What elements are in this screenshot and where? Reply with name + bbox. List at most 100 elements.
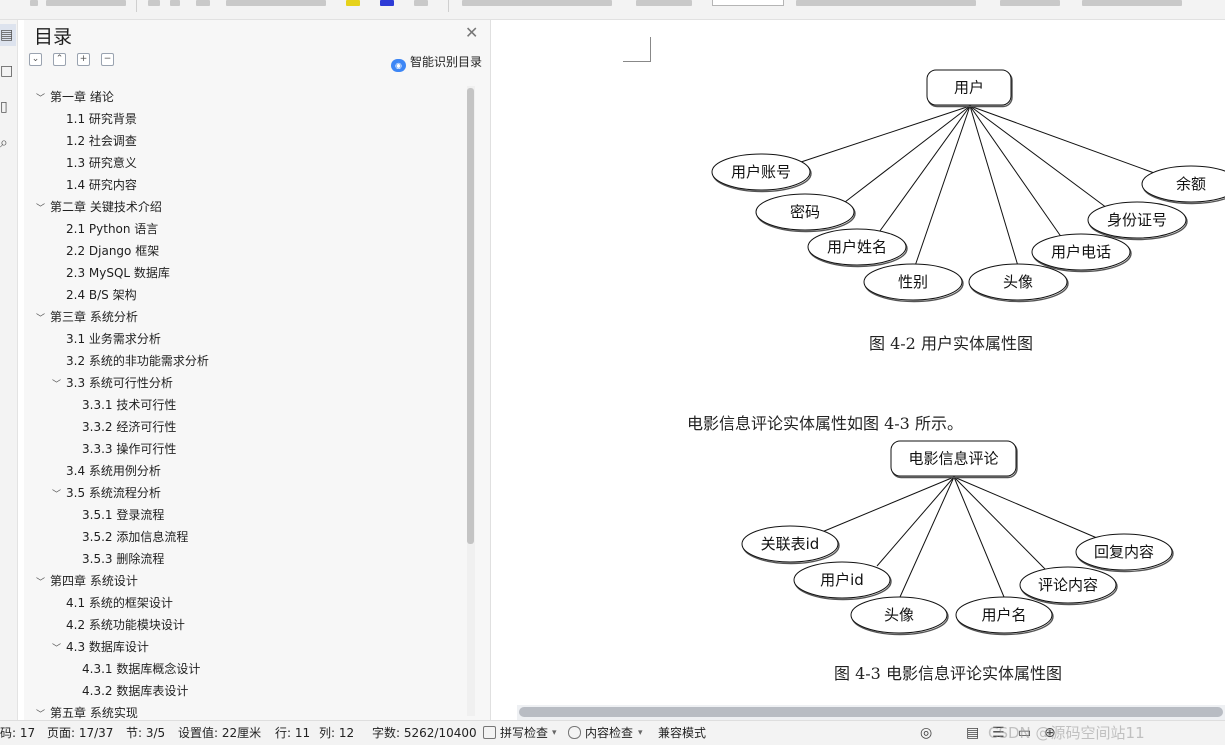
toc-item[interactable]: 2.1 Python 语言 [66, 218, 158, 240]
remove-heading-icon[interactable]: − [101, 53, 114, 66]
toc-item[interactable]: 4.3.1 数据库概念设计 [82, 658, 200, 680]
toc-item[interactable]: 3.5.1 登录流程 [82, 504, 164, 526]
toc-item[interactable]: ﹀ 第三章 系统分析 [36, 306, 138, 328]
toc-item[interactable]: 4.2 系统功能模块设计 [66, 614, 185, 636]
toc-item[interactable]: 3.2 系统的非功能需求分析 [66, 350, 209, 372]
toc-item[interactable]: 3.3.2 经济可行性 [82, 416, 176, 438]
chevron-down-icon[interactable]: ▾ [552, 721, 557, 745]
toc-item[interactable]: 2.4 B/S 架构 [66, 284, 137, 306]
toc-item[interactable]: ﹀ 第四章 系统设计 [36, 570, 138, 592]
status-page[interactable]: 页面: 17/37 [47, 721, 113, 745]
eye-icon[interactable]: ◎ [920, 721, 932, 745]
toc-item-label: 4.3 数据库设计 [66, 640, 149, 654]
font-color-button[interactable] [380, 0, 394, 6]
toc-item-label: 3.2 系统的非功能需求分析 [66, 354, 209, 368]
horizontal-scrollbar-thumb[interactable] [519, 707, 1223, 717]
toc-item-label: 3.3.3 操作可行性 [82, 442, 177, 456]
toc-item[interactable]: 4.1 系统的框架设计 [66, 592, 173, 614]
toc-item[interactable]: 1.2 社会调查 [66, 130, 137, 152]
chevron-down-icon[interactable]: ▾ [638, 721, 643, 745]
highlight-color-button[interactable] [346, 0, 360, 6]
chevron-down-icon[interactable]: ﹀ [52, 638, 66, 660]
search-icon[interactable]: ⌕ [0, 132, 16, 154]
toolbar-button[interactable] [414, 0, 428, 6]
connector-line [800, 105, 971, 163]
chevron-down-icon[interactable]: ﹀ [36, 198, 50, 220]
content-check-button[interactable]: 内容检查 [585, 721, 633, 745]
toc-item[interactable]: ﹀ 第一章 绪论 [36, 86, 114, 108]
status-setting: 设置值: 22厘米 [178, 726, 262, 740]
chevron-down-icon[interactable]: ﹀ [36, 572, 50, 594]
toc-item-label: 4.3.2 数据库表设计 [82, 684, 189, 698]
toc-item[interactable]: 3.4 系统用例分析 [66, 460, 161, 482]
pages-panel-icon[interactable]: □ [0, 60, 16, 82]
toc-item[interactable]: 3.3.3 操作可行性 [82, 438, 176, 460]
attribute-label: 关联表id [761, 535, 820, 553]
panel-splitter[interactable] [490, 20, 517, 720]
toc-item-label: 1.2 社会调查 [66, 134, 137, 148]
expand-all-icon[interactable]: ⌃ [53, 53, 66, 66]
connector-line [876, 476, 955, 567]
page-view-icon[interactable]: ▤ [966, 721, 979, 745]
toolbar-separator [448, 0, 449, 12]
toolbar-button[interactable] [1082, 0, 1182, 6]
style-gallery[interactable] [796, 0, 976, 6]
toc-item[interactable]: 3.3.1 技术可行性 [82, 394, 176, 416]
toolbar-button[interactable] [148, 0, 160, 6]
attribute-label: 性别 [898, 273, 928, 291]
toc-item[interactable]: 3.5.3 删除流程 [82, 548, 164, 570]
toc-panel-icon[interactable]: ▤ [0, 24, 16, 46]
toc-item[interactable]: 1.3 研究意义 [66, 152, 137, 174]
toolbar-button[interactable] [46, 0, 126, 6]
connector-line [899, 476, 955, 598]
status-section: 节: 3/5 [126, 726, 166, 740]
toc-item-label: 4.2 系统功能模块设计 [66, 618, 185, 632]
attribute-label: 余额 [1176, 175, 1206, 193]
chevron-down-icon[interactable]: ﹀ [36, 308, 50, 330]
collapse-all-icon[interactable]: ⌄ [29, 53, 42, 66]
toolbar-button[interactable] [226, 0, 326, 6]
toc-item[interactable]: 1.4 研究内容 [66, 174, 137, 196]
chevron-down-icon[interactable]: ﹀ [52, 484, 66, 506]
bookmark-panel-icon[interactable]: ▯ [0, 96, 16, 118]
toolbar-button[interactable] [30, 0, 38, 6]
toc-item[interactable]: 1.1 研究背景 [66, 108, 137, 130]
close-icon[interactable]: ✕ [465, 23, 478, 42]
toolbar-button[interactable] [170, 0, 180, 6]
toolbar-button[interactable] [1000, 0, 1060, 6]
toc-item[interactable]: 2.2 Django 框架 [66, 240, 159, 262]
chevron-down-icon[interactable]: ﹀ [36, 704, 50, 720]
ai-icon: ◉ [391, 59, 406, 72]
add-heading-icon[interactable]: + [77, 53, 90, 66]
toc-item[interactable]: ﹀ 3.5 系统流程分析 [52, 482, 161, 504]
body-paragraph: 电影信息评论实体属性如图 4-3 所示。 [687, 414, 963, 433]
connector-line [914, 105, 971, 267]
toc-item[interactable]: ﹀ 4.3 数据库设计 [52, 636, 149, 658]
toc-item[interactable]: ﹀ 第五章 系统实现 [36, 702, 138, 720]
toc-item-label: 4.3.1 数据库概念设计 [82, 662, 201, 676]
attribute-label: 用户账号 [731, 163, 791, 181]
toolbar-button[interactable] [636, 0, 692, 6]
toc-item-label: 第一章 绪论 [50, 90, 114, 104]
style-box-normal[interactable] [712, 0, 784, 6]
status-words[interactable]: 字数: 5262/10400 [372, 721, 477, 745]
toolbar-button[interactable] [462, 0, 612, 6]
toc-item[interactable]: ﹀ 3.3 系统可行性分析 [52, 372, 173, 394]
toc-scrollbar-thumb[interactable] [467, 88, 474, 544]
status-bar: 码: 17 页面: 17/37 节: 3/5 设置值: 22厘米 行: 11 列… [0, 720, 1225, 745]
toc-item[interactable]: ﹀ 第二章 关键技术介绍 [36, 196, 162, 218]
chevron-down-icon[interactable]: ﹀ [36, 88, 50, 110]
toolbar-button[interactable] [196, 0, 210, 6]
toc-item-label: 2.3 MySQL 数据库 [66, 266, 170, 280]
toc-item[interactable]: 3.1 业务需求分析 [66, 328, 161, 350]
chevron-down-icon[interactable]: ﹀ [52, 374, 66, 396]
attribute-label: 回复内容 [1094, 543, 1154, 561]
toc-item[interactable]: 3.5.2 添加信息流程 [82, 526, 188, 548]
toc-item[interactable]: 2.3 MySQL 数据库 [66, 262, 170, 284]
smart-toc-button[interactable]: ◉ 智能识别目录 [391, 53, 482, 72]
connector-line [876, 105, 971, 236]
toc-item-label: 3.5 系统流程分析 [66, 486, 161, 500]
toc-item[interactable]: 4.3.2 数据库表设计 [82, 680, 188, 702]
spell-check-button[interactable]: 拼写检查 [500, 721, 548, 745]
attribute-label: 用户姓名 [827, 238, 887, 256]
